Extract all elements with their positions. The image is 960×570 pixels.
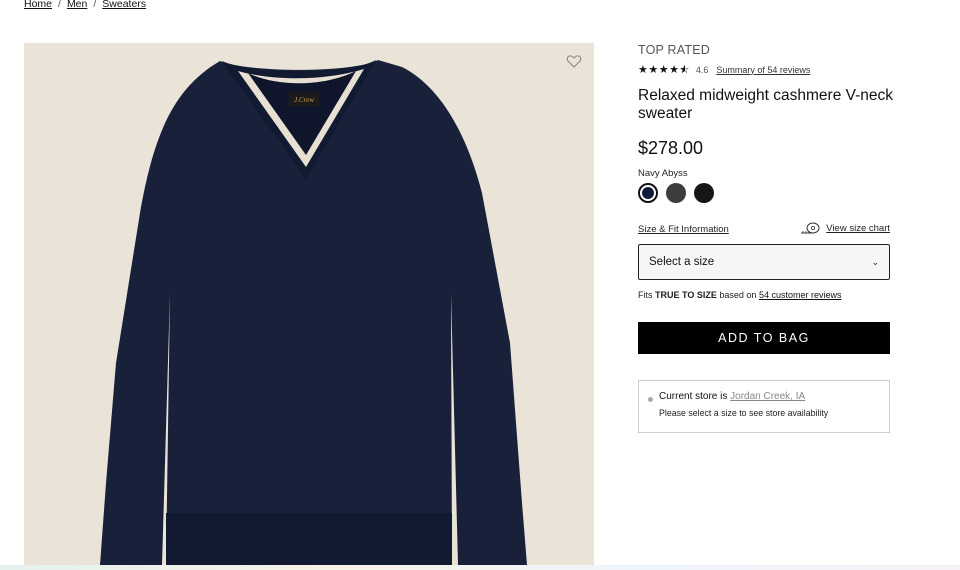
selected-color-name: Navy Abyss [638,168,688,179]
swatch-black[interactable] [694,183,714,203]
breadcrumb-sweaters[interactable]: Sweaters [102,0,146,10]
swatch-charcoal[interactable] [666,183,686,203]
brand-label-text: J.Crew [294,96,314,104]
star-rating-icon: ★★★★☆★ [638,64,690,76]
fit-note-prefix: Fits [638,290,653,300]
size-chart-link[interactable]: View size chart [800,222,890,234]
breadcrumb-separator: / [93,0,97,10]
top-rated-badge: TOP RATED [638,43,710,57]
store-availability-box: Current store is Jordan Creek, IA Please… [638,380,890,433]
color-swatches [638,183,714,203]
size-select-placeholder: Select a size [649,256,715,268]
product-image[interactable]: J.Crew [24,43,594,565]
heart-icon[interactable] [566,53,582,69]
current-store-prefix: Current store is [659,391,728,402]
swatch-navy-abyss[interactable] [638,183,658,203]
bottom-bar [0,565,960,570]
size-select-dropdown[interactable]: Select a size ⌄ [638,244,890,280]
store-availability-text: Please select a size to see store availa… [659,408,829,418]
rating-value: 4.6 [695,64,709,75]
breadcrumb-home[interactable]: Home [24,0,52,10]
store-status-dot-icon [648,397,653,402]
reviews-summary-link[interactable]: Summary of 54 reviews [716,65,810,75]
chevron-down-icon: ⌄ [871,256,879,267]
sweater-hem [166,513,452,565]
measuring-tape-icon [801,222,820,234]
breadcrumb: Home / Men / Sweaters [24,0,146,10]
product-title: Relaxed midweight cashmere V-neck sweate… [638,87,894,122]
product-price: $278.00 [638,138,704,158]
store-name-link[interactable]: Jordan Creek, IA [730,391,805,402]
fit-note: Fits TRUE TO SIZE based on 54 customer r… [638,290,841,300]
customer-reviews-link[interactable]: 54 customer reviews [759,290,842,300]
sweater-illustration: J.Crew [100,60,527,565]
breadcrumb-men[interactable]: Men [67,0,87,10]
fit-note-emphasis: TRUE TO SIZE [655,290,717,300]
add-to-bag-button[interactable]: ADD TO BAG [638,322,890,354]
rating-row: ★★★★☆★ 4.6 Summary of 54 reviews [638,63,810,76]
breadcrumb-separator: / [58,0,61,10]
fit-note-middle: based on [719,290,757,300]
size-fit-info-link[interactable]: Size & Fit Information [638,224,729,235]
size-chart-label: View size chart [826,222,890,234]
current-store-line: Current store is Jordan Creek, IA [659,391,879,402]
